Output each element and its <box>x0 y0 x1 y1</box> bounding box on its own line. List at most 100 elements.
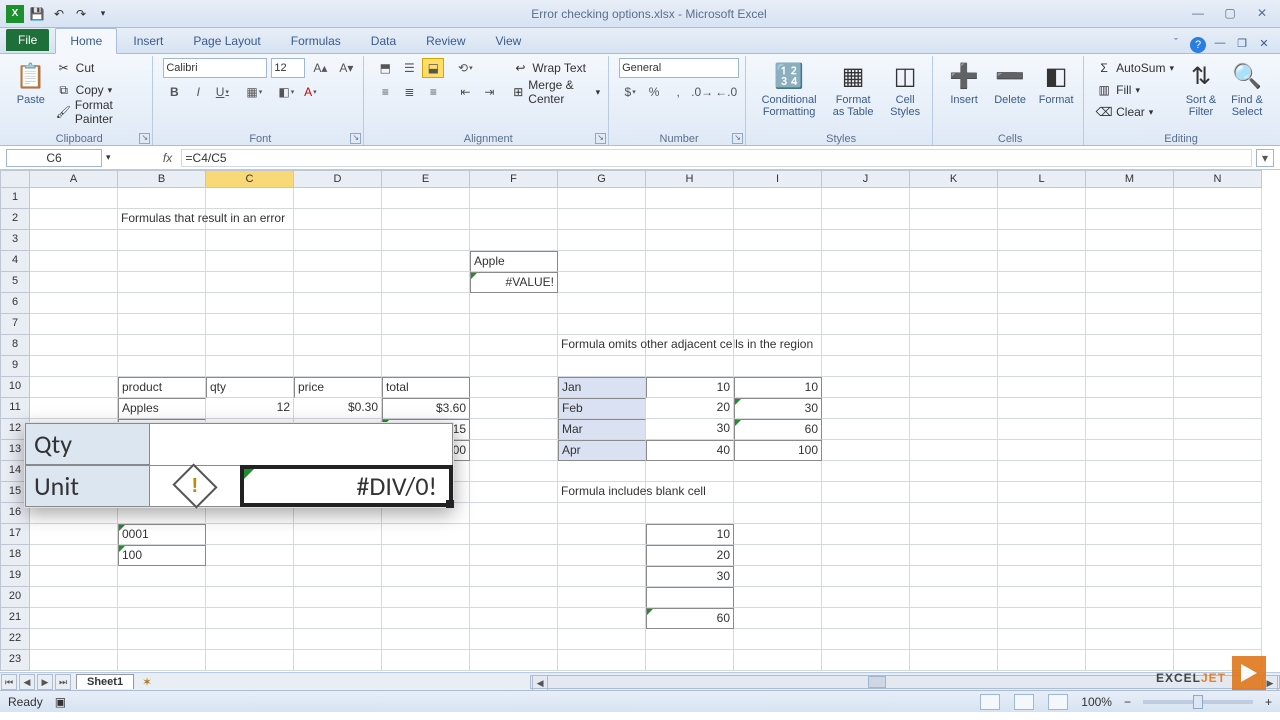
cell-N2[interactable] <box>1174 209 1262 230</box>
cell-F22[interactable] <box>470 629 558 650</box>
cell-K7[interactable] <box>910 314 998 335</box>
cell-G12[interactable]: Mar <box>558 419 646 440</box>
cell-J6[interactable] <box>822 293 910 314</box>
cell-D6[interactable] <box>294 293 382 314</box>
cell-F23[interactable] <box>470 650 558 671</box>
zoom-active-cell[interactable]: #DIV/0! <box>240 465 453 507</box>
cell-B9[interactable] <box>118 356 206 377</box>
cell-J5[interactable] <box>822 272 910 293</box>
cell-B19[interactable] <box>118 566 206 587</box>
cell-M16[interactable] <box>1086 503 1174 524</box>
row-hdr-5[interactable]: 5 <box>0 272 30 293</box>
cell-M4[interactable] <box>1086 251 1174 272</box>
row-hdr-20[interactable]: 20 <box>0 587 30 608</box>
cell-B5[interactable] <box>118 272 206 293</box>
cell-K11[interactable] <box>910 398 998 419</box>
cell-N6[interactable] <box>1174 293 1262 314</box>
cell-N18[interactable] <box>1174 545 1262 566</box>
cell-B8[interactable] <box>118 335 206 356</box>
cell-A2[interactable] <box>30 209 118 230</box>
cell-J9[interactable] <box>822 356 910 377</box>
cell-I14[interactable] <box>734 461 822 482</box>
cell-H3[interactable] <box>646 230 734 251</box>
cell-K16[interactable] <box>910 503 998 524</box>
wb-close-icon[interactable]: ✕ <box>1256 37 1272 53</box>
cell-E6[interactable] <box>382 293 470 314</box>
cell-F8[interactable] <box>470 335 558 356</box>
cell-F4[interactable]: Apple <box>470 251 558 272</box>
number-format-combo[interactable] <box>619 58 739 78</box>
align-center-icon[interactable]: ≣ <box>398 82 420 102</box>
cell-F21[interactable] <box>470 608 558 629</box>
cell-L7[interactable] <box>998 314 1086 335</box>
cell-L10[interactable] <box>998 377 1086 398</box>
cell-G2[interactable] <box>558 209 646 230</box>
cell-E11[interactable]: $3.60 <box>382 398 470 419</box>
cell-K19[interactable] <box>910 566 998 587</box>
maximize-icon[interactable]: ▢ <box>1218 6 1242 22</box>
cell-K13[interactable] <box>910 440 998 461</box>
font-color-button[interactable]: A <box>299 82 321 102</box>
cell-F7[interactable] <box>470 314 558 335</box>
cell-I21[interactable] <box>734 608 822 629</box>
row-hdr-10[interactable]: 10 <box>0 377 30 398</box>
tab-view[interactable]: View <box>482 29 536 53</box>
cell-N17[interactable] <box>1174 524 1262 545</box>
cell-L22[interactable] <box>998 629 1086 650</box>
cell-C8[interactable] <box>206 335 294 356</box>
cell-H7[interactable] <box>646 314 734 335</box>
cell-F1[interactable] <box>470 188 558 209</box>
align-top-icon[interactable]: ⬒ <box>374 58 396 78</box>
cell-K18[interactable] <box>910 545 998 566</box>
cell-L14[interactable] <box>998 461 1086 482</box>
orientation-icon[interactable]: ⟲ <box>454 58 476 78</box>
cell-J15[interactable] <box>822 482 910 503</box>
tab-prev-icon[interactable]: ◀ <box>19 674 35 690</box>
cell-B2[interactable]: Formulas that result in an error <box>118 209 206 230</box>
cell-N10[interactable] <box>1174 377 1262 398</box>
cell-K10[interactable] <box>910 377 998 398</box>
cell-N16[interactable] <box>1174 503 1262 524</box>
cell-I5[interactable] <box>734 272 822 293</box>
cell-D3[interactable] <box>294 230 382 251</box>
redo-icon[interactable]: ↷ <box>72 5 90 23</box>
copy-button[interactable]: ⧉Copy▾ <box>54 80 147 100</box>
cell-N7[interactable] <box>1174 314 1262 335</box>
cell-H19[interactable]: 30 <box>646 566 734 587</box>
fx-icon[interactable]: fx <box>159 151 177 165</box>
font-launcher-icon[interactable]: ↘ <box>350 133 361 144</box>
format-button[interactable]: ◧Format <box>1035 58 1077 131</box>
zoom-out-icon[interactable]: − <box>1124 695 1131 709</box>
cell-G15[interactable]: Formula includes blank cell <box>558 482 646 503</box>
cell-E20[interactable] <box>382 587 470 608</box>
cell-C6[interactable] <box>206 293 294 314</box>
cell-L12[interactable] <box>998 419 1086 440</box>
cell-A21[interactable] <box>30 608 118 629</box>
cell-G14[interactable] <box>558 461 646 482</box>
cell-G18[interactable] <box>558 545 646 566</box>
cell-G16[interactable] <box>558 503 646 524</box>
cell-F10[interactable] <box>470 377 558 398</box>
cell-M7[interactable] <box>1086 314 1174 335</box>
cell-F20[interactable] <box>470 587 558 608</box>
col-hdr-M[interactable]: M <box>1086 170 1174 188</box>
cell-L18[interactable] <box>998 545 1086 566</box>
cell-C21[interactable] <box>206 608 294 629</box>
cell-F6[interactable] <box>470 293 558 314</box>
cell-E4[interactable] <box>382 251 470 272</box>
cell-L23[interactable] <box>998 650 1086 671</box>
col-hdr-K[interactable]: K <box>910 170 998 188</box>
cell-H17[interactable]: 10 <box>646 524 734 545</box>
cell-A11[interactable] <box>30 398 118 419</box>
cell-F5[interactable]: #VALUE! <box>470 272 558 293</box>
cell-A8[interactable] <box>30 335 118 356</box>
cell-J12[interactable] <box>822 419 910 440</box>
cell-A6[interactable] <box>30 293 118 314</box>
cell-I23[interactable] <box>734 650 822 671</box>
cell-M20[interactable] <box>1086 587 1174 608</box>
row-hdr-18[interactable]: 18 <box>0 545 30 566</box>
cell-A4[interactable] <box>30 251 118 272</box>
insert-button[interactable]: ➕Insert <box>943 58 985 131</box>
cell-I10[interactable]: 10 <box>734 377 822 398</box>
cell-B10[interactable]: product <box>118 377 206 398</box>
